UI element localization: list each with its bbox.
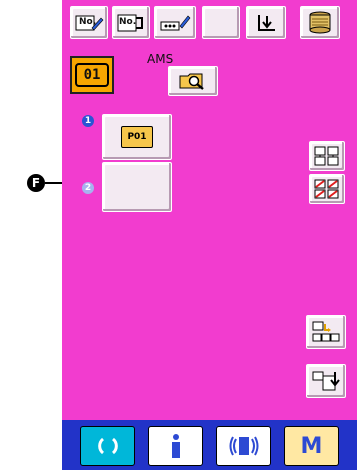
information-icon [171,434,180,458]
pattern-empty-step-button[interactable] [102,162,172,212]
reset-icon [97,437,118,455]
toolbar-no-edit-label: No. [79,17,97,27]
right-layout-button[interactable] [309,141,345,171]
right-delete-button[interactable] [309,174,345,204]
footer-bar: M [62,420,357,470]
pattern-p01-label: P01 [127,132,147,142]
toolbar-no-copy-label: No. [119,17,137,27]
callout-marker: F [27,174,45,192]
program-number-button[interactable]: 01 [70,56,114,94]
step-2-badge-label: 2 [84,183,92,193]
ams-label: AMS [147,52,174,66]
callout-marker-label: F [31,176,41,190]
toolbar-no-copy-button[interactable]: No. [112,6,150,39]
insert-icon [312,321,340,342]
layout-icon [314,146,339,166]
program-number-label: 01 [83,67,101,83]
folder-search-icon [179,73,204,90]
mode-button[interactable]: M [284,426,339,466]
ams-search-button[interactable] [168,66,218,96]
mode-button-label: M [300,433,323,459]
screen: No. No. 01 AMS 1 P01 2 M [62,0,357,470]
presser-down-icon [258,14,275,31]
information-button[interactable] [148,426,203,466]
program-number-frame: 01 [75,63,109,87]
toolbar-name-edit-button[interactable] [154,6,196,39]
communication-icon [229,436,258,456]
bobbin-icon [309,11,331,33]
delete-all-icon [314,179,339,199]
name-edit-icon [160,15,191,30]
toolbar-no-edit-button[interactable]: No. [70,6,108,39]
step-1-badge: 1 [82,115,94,127]
register-icon [312,371,340,391]
communication-button[interactable] [216,426,271,466]
step-1-badge-label: 1 [84,116,92,126]
step-2-badge: 2 [82,182,94,194]
reset-button[interactable] [80,426,135,466]
toolbar-blank-button[interactable] [202,6,240,39]
right-insert-button[interactable] [306,315,346,349]
toolbar-presser-down-button[interactable] [246,6,286,39]
toolbar-bobbin-winder-button[interactable] [300,6,340,39]
pattern-p01-button[interactable]: P01 [102,114,172,160]
p01-folder-icon: P01 [121,126,153,148]
right-register-button[interactable] [306,364,346,398]
